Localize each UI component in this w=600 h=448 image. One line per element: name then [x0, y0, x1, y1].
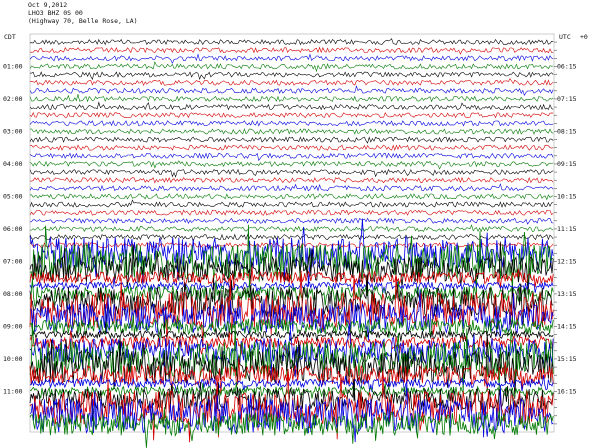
trace-line-22 — [29, 209, 554, 216]
trace-line-20 — [29, 193, 554, 201]
trace-line-2 — [29, 46, 554, 55]
trace-line-4 — [29, 61, 554, 73]
left-time-label: 10:00 — [3, 355, 23, 363]
right-time-label: 11:15 — [557, 225, 577, 233]
trace-line-12 — [30, 128, 554, 135]
right-time-label: 10:15 — [557, 192, 577, 200]
trace-line-23 — [29, 217, 554, 225]
trace-line-13 — [29, 136, 554, 144]
helicorder-plot: Oct 9,2012 LHO3 BHZ 0S 00 (Highway 70, B… — [0, 0, 600, 448]
right-time-label: 07:15 — [557, 95, 577, 103]
right-time-label: 16:15 — [557, 387, 577, 395]
trace-line-18 — [29, 176, 554, 184]
trace-line-14 — [29, 144, 554, 151]
left-time-label: 06:00 — [3, 225, 23, 233]
trace-line-11 — [29, 120, 554, 127]
right-time-label: 06:15 — [557, 62, 577, 70]
right-time-label: 12:15 — [557, 257, 577, 265]
left-time-label: 04:00 — [3, 160, 23, 168]
trace-line-21 — [29, 199, 554, 208]
trace-line-24 — [29, 224, 554, 233]
left-time-label: 07:00 — [3, 257, 23, 265]
right-time-label: 08:15 — [557, 127, 577, 135]
trace-line-17 — [29, 168, 554, 178]
trace-line-7 — [29, 85, 554, 97]
right-time-label: 14:15 — [557, 322, 577, 330]
right-time-label: 13:15 — [557, 290, 577, 298]
trace-line-5 — [29, 71, 554, 81]
trace-line-19 — [29, 183, 554, 192]
left-time-label: 03:00 — [3, 127, 23, 135]
left-time-label: 02:00 — [3, 95, 23, 103]
left-time-label: 11:00 — [3, 387, 23, 395]
right-time-label: 09:15 — [557, 160, 577, 168]
trace-line-16 — [29, 160, 554, 170]
left-time-label: 05:00 — [3, 192, 23, 200]
trace-line-10 — [29, 112, 554, 119]
seismogram-traces: 01:00 06:15 02:00 07:15 03:00 08:15 04:00 09:15… — [3, 33, 577, 448]
trace-line-9 — [29, 101, 554, 111]
left-time-label: 08:00 — [3, 290, 23, 298]
left-time-label: 09:00 — [3, 322, 23, 330]
trace-line-6 — [29, 78, 554, 86]
left-time-label: 01:00 — [3, 62, 23, 70]
trace-line-3 — [29, 53, 554, 64]
trace-line-15 — [29, 152, 554, 162]
right-time-label: 15:15 — [557, 355, 577, 363]
trace-line-8 — [29, 94, 554, 103]
trace-line-1 — [29, 38, 554, 46]
